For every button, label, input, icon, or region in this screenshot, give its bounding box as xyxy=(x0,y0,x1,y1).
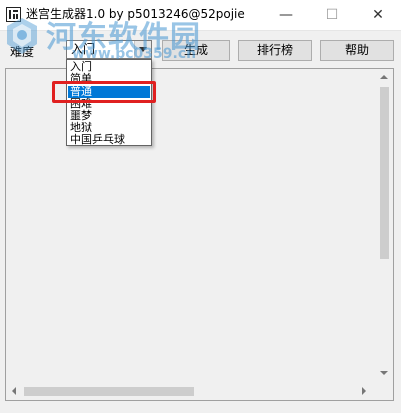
generate-button[interactable]: 生成 xyxy=(162,40,230,61)
difficulty-select-value: 入门 xyxy=(71,42,96,56)
window-title: 迷宫生成器1.0 by p5013246@52pojie xyxy=(26,7,245,21)
chevron-down-icon xyxy=(139,47,147,52)
vertical-scroll-thumb[interactable] xyxy=(380,87,389,259)
scroll-left-icon[interactable] xyxy=(12,387,16,395)
annotation-highlight xyxy=(52,81,156,103)
dropdown-option-ping-pong[interactable]: 中国乒乓球 xyxy=(68,134,150,146)
scroll-corner xyxy=(376,383,393,400)
minimize-button[interactable]: — xyxy=(263,0,309,30)
difficulty-select-toggle[interactable] xyxy=(134,41,151,58)
scroll-right-icon[interactable] xyxy=(362,387,366,395)
help-button[interactable]: 帮助 xyxy=(320,40,394,61)
horizontal-scrollbar[interactable] xyxy=(6,383,376,400)
scroll-down-icon[interactable] xyxy=(380,371,388,375)
leaderboard-button[interactable]: 排行榜 xyxy=(238,40,312,61)
difficulty-select[interactable]: 入门 xyxy=(66,40,152,59)
maze-canvas[interactable] xyxy=(5,68,394,401)
difficulty-label: 难度 xyxy=(10,45,35,59)
scroll-up-icon[interactable] xyxy=(380,75,388,79)
maximize-button[interactable]: ☐ xyxy=(309,0,355,30)
close-button[interactable]: ✕ xyxy=(355,0,401,30)
horizontal-scroll-thumb[interactable] xyxy=(24,387,194,396)
app-icon xyxy=(6,7,21,22)
vertical-scrollbar[interactable] xyxy=(376,69,393,384)
title-bar: 迷宫生成器1.0 by p5013246@52pojie — ☐ ✕ xyxy=(0,0,401,31)
